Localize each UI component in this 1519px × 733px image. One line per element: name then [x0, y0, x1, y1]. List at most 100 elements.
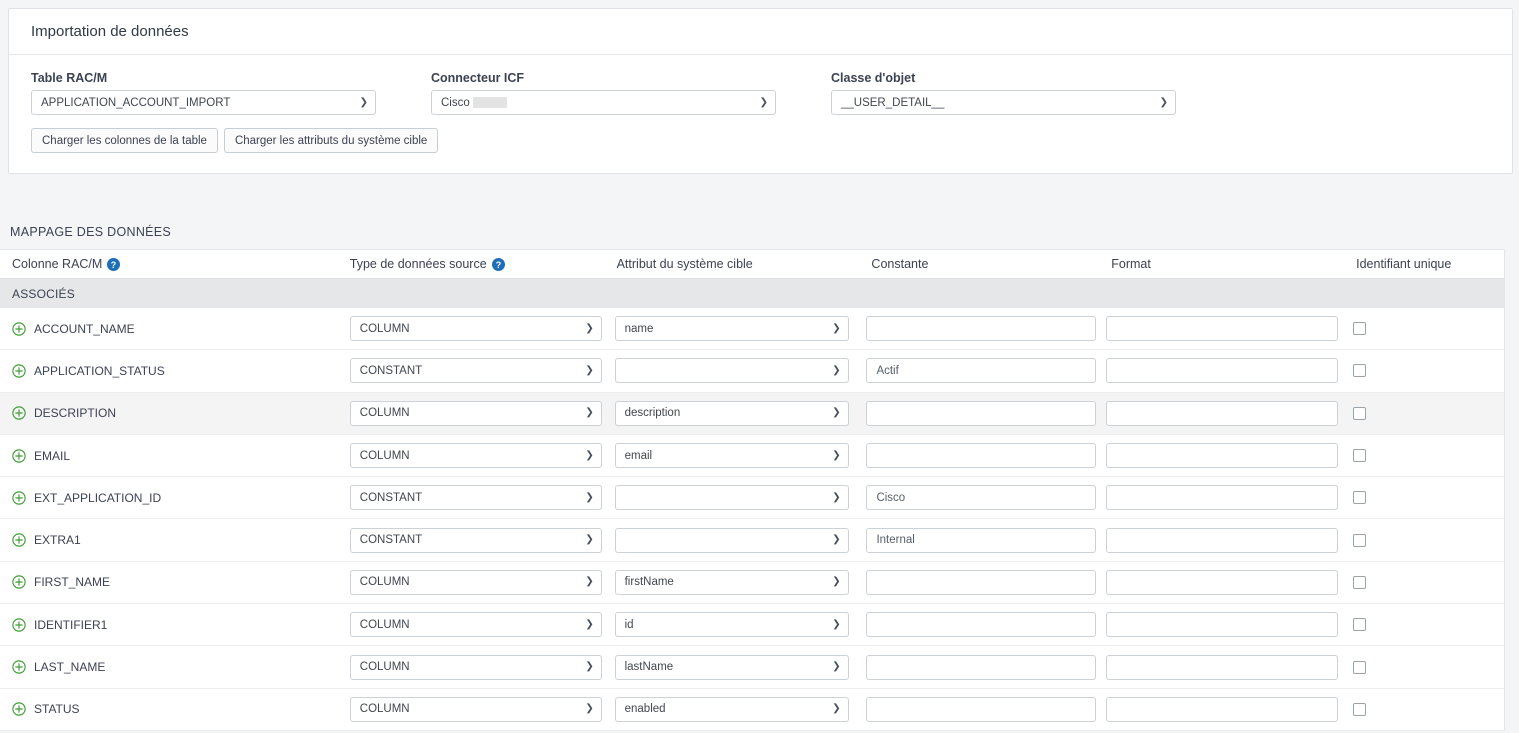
plus-circle-icon[interactable]	[12, 364, 26, 378]
panel-header: Importation de données	[9, 9, 1512, 55]
format-input[interactable]	[1106, 316, 1339, 342]
target-attribute-select[interactable]: firstName ❯	[614, 569, 849, 595]
format-cell	[1106, 358, 1353, 384]
unique-identifier-cell	[1353, 406, 1504, 420]
source-type-value: CONSTANT	[359, 491, 423, 504]
plus-circle-icon[interactable]	[12, 491, 26, 505]
target-attribute-value: name	[624, 322, 654, 335]
chevron-down-icon: ❯	[832, 534, 841, 546]
plus-circle-icon[interactable]	[12, 702, 26, 717]
format-input[interactable]	[1106, 654, 1339, 680]
constant-input[interactable]	[866, 569, 1097, 595]
constant-input[interactable]	[866, 696, 1097, 722]
help-circle-icon[interactable]: ?	[491, 257, 505, 271]
help-circle-icon[interactable]: ?	[107, 257, 121, 271]
unique-identifier-checkbox[interactable]	[1353, 449, 1367, 463]
constant-input[interactable]: Cisco	[866, 485, 1097, 511]
constant-cell: Actif	[866, 358, 1106, 384]
format-input[interactable]	[1106, 400, 1339, 426]
target-attribute-select[interactable]: ❯	[614, 358, 849, 384]
unique-identifier-cell	[1353, 322, 1504, 336]
chevron-down-icon: ❯	[832, 661, 841, 673]
target-attribute-select[interactable]: description ❯	[614, 400, 849, 426]
unique-identifier-cell	[1353, 449, 1504, 463]
unique-identifier-checkbox[interactable]	[1353, 491, 1367, 505]
format-input[interactable]	[1106, 569, 1339, 595]
target-attribute-select[interactable]: name ❯	[614, 316, 849, 342]
unique-identifier-checkbox[interactable]	[1353, 575, 1367, 589]
target-attribute-cell: email ❯	[614, 443, 867, 469]
target-attribute-select[interactable]: id ❯	[614, 612, 849, 638]
source-type-cell: COLUMN ❯	[349, 569, 615, 595]
source-type-cell: COLUMN ❯	[349, 612, 615, 638]
format-input[interactable]	[1106, 696, 1339, 722]
select-object-class[interactable]: __USER_DETAIL__ ❯	[831, 90, 1176, 115]
select-connector-icf[interactable]: Cisco ❯	[431, 90, 776, 115]
source-type-value: COLUMN	[359, 703, 410, 716]
table-body: ACCOUNT_NAME COLUMN ❯ name ❯ APPLICATION_STAT…	[0, 308, 1504, 731]
plus-circle-icon[interactable]	[12, 618, 26, 632]
unique-identifier-cell	[1353, 702, 1504, 716]
unique-identifier-checkbox[interactable]	[1353, 533, 1367, 547]
chevron-down-icon: ❯	[832, 322, 841, 334]
format-input[interactable]	[1106, 485, 1339, 511]
chevron-down-icon: ❯	[832, 618, 841, 630]
constant-cell	[866, 612, 1106, 638]
racm-column-cell: STATUS	[0, 702, 350, 716]
constant-cell	[866, 443, 1106, 469]
target-attribute-cell: lastName ❯	[614, 654, 867, 680]
constant-input[interactable]	[866, 612, 1097, 638]
unique-identifier-checkbox[interactable]	[1353, 364, 1367, 378]
format-input[interactable]	[1106, 443, 1339, 469]
source-type-select[interactable]: CONSTANT ❯	[349, 527, 602, 553]
target-attribute-select[interactable]: email ❯	[614, 443, 849, 469]
unique-identifier-checkbox[interactable]	[1353, 660, 1367, 674]
unique-identifier-checkbox[interactable]	[1353, 322, 1367, 336]
format-input[interactable]	[1106, 612, 1339, 638]
source-type-select[interactable]: COLUMN ❯	[349, 612, 602, 638]
constant-input[interactable]	[866, 316, 1097, 342]
unique-identifier-checkbox[interactable]	[1353, 702, 1367, 716]
target-attribute-cell: ❯	[614, 527, 867, 553]
plus-circle-icon[interactable]	[12, 660, 26, 674]
format-input[interactable]	[1106, 527, 1339, 553]
chevron-down-icon: ❯	[759, 96, 768, 108]
unique-identifier-checkbox[interactable]	[1353, 406, 1367, 420]
racm-column-cell: EMAIL	[0, 449, 350, 463]
chevron-down-icon: ❯	[832, 449, 841, 461]
source-type-select[interactable]: COLUMN ❯	[349, 696, 602, 722]
source-type-select[interactable]: COLUMN ❯	[349, 443, 602, 469]
source-type-value: COLUMN	[359, 407, 410, 420]
source-type-select[interactable]: CONSTANT ❯	[349, 485, 602, 511]
load-table-columns-button[interactable]: Charger les colonnes de la table	[31, 128, 218, 153]
unique-identifier-checkbox[interactable]	[1353, 618, 1367, 632]
plus-circle-icon[interactable]	[12, 321, 26, 336]
source-type-select[interactable]: CONSTANT ❯	[349, 358, 602, 384]
label-table-racm: Table RAC/M	[31, 71, 108, 85]
target-attribute-select[interactable]: enabled ❯	[614, 696, 849, 722]
plus-circle-icon[interactable]	[12, 406, 26, 420]
load-target-attributes-button[interactable]: Charger les attributs du système cible	[223, 128, 439, 153]
table-row: DESCRIPTION COLUMN ❯ description ❯	[0, 392, 1504, 435]
constant-input[interactable]	[866, 443, 1097, 469]
plus-circle-icon[interactable]	[12, 575, 26, 590]
constant-input[interactable]	[866, 400, 1097, 426]
format-input[interactable]	[1106, 358, 1339, 384]
source-type-select[interactable]: COLUMN ❯	[349, 316, 602, 342]
constant-input[interactable]	[866, 654, 1097, 680]
select-table-racm[interactable]: APPLICATION_ACCOUNT_IMPORT ❯	[31, 90, 376, 115]
constant-input[interactable]: Internal	[866, 527, 1097, 553]
target-attribute-select[interactable]: ❯	[614, 485, 849, 511]
source-type-select[interactable]: COLUMN ❯	[349, 400, 602, 426]
source-type-value: COLUMN	[359, 576, 410, 589]
source-type-select[interactable]: COLUMN ❯	[349, 569, 602, 595]
plus-circle-icon[interactable]	[12, 448, 26, 463]
constant-input[interactable]: Actif	[866, 358, 1097, 384]
source-type-select[interactable]: COLUMN ❯	[349, 654, 602, 680]
target-attribute-select[interactable]: lastName ❯	[614, 654, 849, 680]
plus-circle-icon[interactable]	[12, 533, 26, 547]
unique-identifier-cell	[1353, 575, 1504, 589]
target-attribute-select[interactable]: ❯	[614, 527, 849, 553]
table-row: IDENTIFIER1 COLUMN ❯ id ❯	[0, 604, 1504, 647]
chevron-down-icon: ❯	[585, 322, 594, 334]
